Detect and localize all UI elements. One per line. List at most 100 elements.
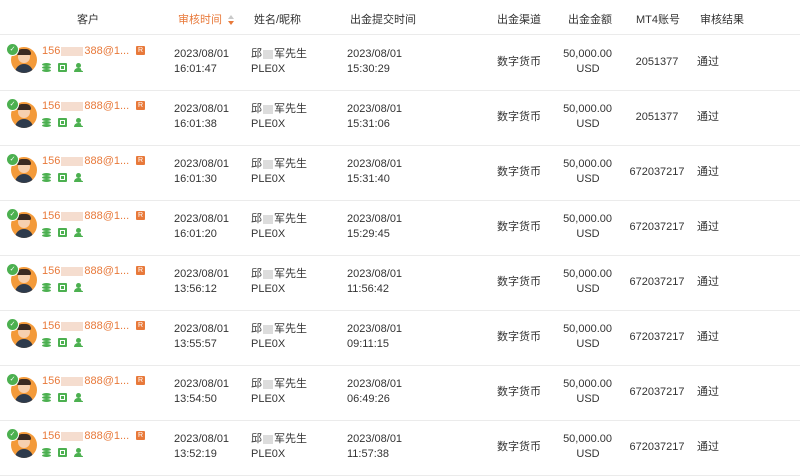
submit-time-cell: 2023/08/01 15:31:40	[347, 157, 402, 187]
nickname: PLE0X	[251, 228, 286, 240]
submit-time: 15:31:06	[347, 118, 390, 130]
mt4-account-cell: 672037217	[629, 166, 685, 178]
channel-cell: 数字货币	[497, 386, 541, 398]
table-row[interactable]: ✓ 156 888@1... R 2023/08/01 13:54:50 邱军先生…	[0, 365, 800, 421]
customer-id-suffix: 888@1...	[84, 155, 130, 167]
customer-id-link[interactable]: 156 888@1...	[42, 265, 129, 277]
result-cell: 通过	[697, 441, 719, 453]
database-icon[interactable]	[42, 228, 51, 237]
review-date: 2023/08/01	[174, 48, 230, 60]
database-icon[interactable]	[42, 393, 51, 402]
submit-time: 09:11:15	[347, 338, 390, 350]
document-icon[interactable]	[58, 118, 67, 127]
submit-time-cell: 2023/08/01 09:11:15	[347, 322, 402, 352]
user-check-icon[interactable]	[74, 173, 85, 182]
customer-id-link[interactable]: 156 888@1...	[42, 210, 129, 222]
customer-id-link[interactable]: 156 888@1...	[42, 155, 129, 167]
database-icon[interactable]	[42, 283, 51, 292]
amount-value: 50,000.00	[563, 323, 612, 335]
customer-id-link[interactable]: 156 888@1...	[42, 430, 129, 442]
table-row[interactable]: ✓ 156 888@1... R 2023/08/01 16:01:38 邱军先生…	[0, 90, 800, 146]
review-date: 2023/08/01	[174, 378, 230, 390]
amount-currency: USD	[576, 338, 600, 350]
customer-id-suffix: 888@1...	[84, 100, 130, 112]
document-icon[interactable]	[58, 283, 67, 292]
document-icon[interactable]	[58, 393, 67, 402]
user-check-icon[interactable]	[74, 393, 85, 402]
table-row[interactable]: ✓ 156 888@1... R 2023/08/01 13:52:19 邱军先生…	[0, 420, 800, 476]
header-review-time[interactable]: 审核时间	[178, 11, 235, 27]
review-time-cell: 2023/08/01 13:56:12	[174, 267, 229, 297]
name-cell: 邱军先生 PLE0X	[251, 157, 307, 187]
header-submit-time: 出金提交时间	[350, 14, 416, 26]
name-suffix: 军先生	[274, 378, 307, 390]
mt4-account-cell: 672037217	[629, 386, 685, 398]
amount-currency: USD	[576, 118, 600, 130]
database-icon[interactable]	[42, 338, 51, 347]
review-time-cell: 2023/08/01 13:55:57	[174, 322, 229, 352]
amount-cell: 50,000.00 USD	[556, 102, 612, 132]
user-check-icon[interactable]	[74, 63, 85, 72]
nickname: PLE0X	[251, 63, 286, 75]
amount-value: 50,000.00	[563, 213, 612, 225]
amount-cell: 50,000.00 USD	[556, 267, 612, 297]
user-check-icon[interactable]	[74, 228, 85, 237]
database-icon[interactable]	[42, 173, 51, 182]
database-icon[interactable]	[42, 118, 51, 127]
customer-id-link[interactable]: 156 388@1...	[42, 45, 129, 57]
result-cell: 通过	[697, 56, 719, 68]
customer-id-link[interactable]: 156 888@1...	[42, 320, 129, 332]
mt4-account-cell: 672037217	[629, 441, 685, 453]
submit-date: 2023/08/01	[347, 158, 403, 170]
r-badge-icon: R	[136, 46, 145, 55]
document-icon[interactable]	[58, 63, 67, 72]
user-check-icon[interactable]	[74, 448, 85, 457]
wechat-icon: ✓	[6, 43, 19, 56]
database-icon[interactable]	[42, 448, 51, 457]
customer-id-link[interactable]: 156 888@1...	[42, 100, 129, 112]
submit-date: 2023/08/01	[347, 48, 403, 60]
withdrawal-review-table: 客户 审核时间 姓名/昵称 出金提交时间 出金渠道 出金金额 MT4账号 审核结…	[0, 0, 800, 476]
review-time: 13:52:19	[174, 448, 217, 460]
review-time-cell: 2023/08/01 16:01:30	[174, 157, 229, 187]
review-time-cell: 2023/08/01 16:01:47	[174, 47, 229, 77]
name-cell: 邱军先生 PLE0X	[251, 377, 307, 407]
user-check-icon[interactable]	[74, 338, 85, 347]
sort-icon[interactable]	[228, 15, 235, 26]
wechat-icon: ✓	[6, 263, 19, 276]
name-prefix: 邱	[251, 103, 262, 115]
document-icon[interactable]	[58, 173, 67, 182]
customer-id-link[interactable]: 156 888@1...	[42, 375, 129, 387]
user-check-icon[interactable]	[74, 118, 85, 127]
submit-time-cell: 2023/08/01 11:56:42	[347, 267, 402, 297]
table-row[interactable]: ✓ 156 388@1... R 2023/08/01 16:01:47 邱军先生…	[0, 35, 800, 91]
document-icon[interactable]	[58, 228, 67, 237]
user-check-icon[interactable]	[74, 283, 85, 292]
mt4-account-cell: 672037217	[629, 331, 685, 343]
amount-currency: USD	[576, 283, 600, 295]
table-row[interactable]: ✓ 156 888@1... R 2023/08/01 13:55:57 邱军先生…	[0, 310, 800, 366]
amount-cell: 50,000.00 USD	[556, 432, 612, 462]
table-row[interactable]: ✓ 156 888@1... R 2023/08/01 16:01:20 邱军先生…	[0, 200, 800, 256]
channel-cell: 数字货币	[497, 111, 541, 123]
channel-cell: 数字货币	[497, 441, 541, 453]
review-date: 2023/08/01	[174, 268, 230, 280]
customer-name: 邱军先生	[251, 157, 307, 172]
review-time-cell: 2023/08/01 13:54:50	[174, 377, 229, 407]
submit-date: 2023/08/01	[347, 433, 403, 445]
document-icon[interactable]	[58, 448, 67, 457]
result-cell: 通过	[697, 111, 719, 123]
submit-time: 15:29:45	[347, 228, 390, 240]
submit-time-cell: 2023/08/01 15:29:45	[347, 212, 402, 242]
nickname: PLE0X	[251, 448, 286, 460]
name-suffix: 军先生	[274, 158, 307, 170]
submit-time: 15:31:40	[347, 173, 390, 185]
amount-currency: USD	[576, 393, 600, 405]
name-prefix: 邱	[251, 213, 262, 225]
document-icon[interactable]	[58, 338, 67, 347]
table-row[interactable]: ✓ 156 888@1... R 2023/08/01 16:01:30 邱军先生…	[0, 145, 800, 201]
database-icon[interactable]	[42, 63, 51, 72]
review-time-cell: 2023/08/01 13:52:19	[174, 432, 229, 462]
table-row[interactable]: ✓ 156 888@1... R 2023/08/01 13:56:12 邱军先生…	[0, 255, 800, 311]
amount-value: 50,000.00	[563, 268, 612, 280]
